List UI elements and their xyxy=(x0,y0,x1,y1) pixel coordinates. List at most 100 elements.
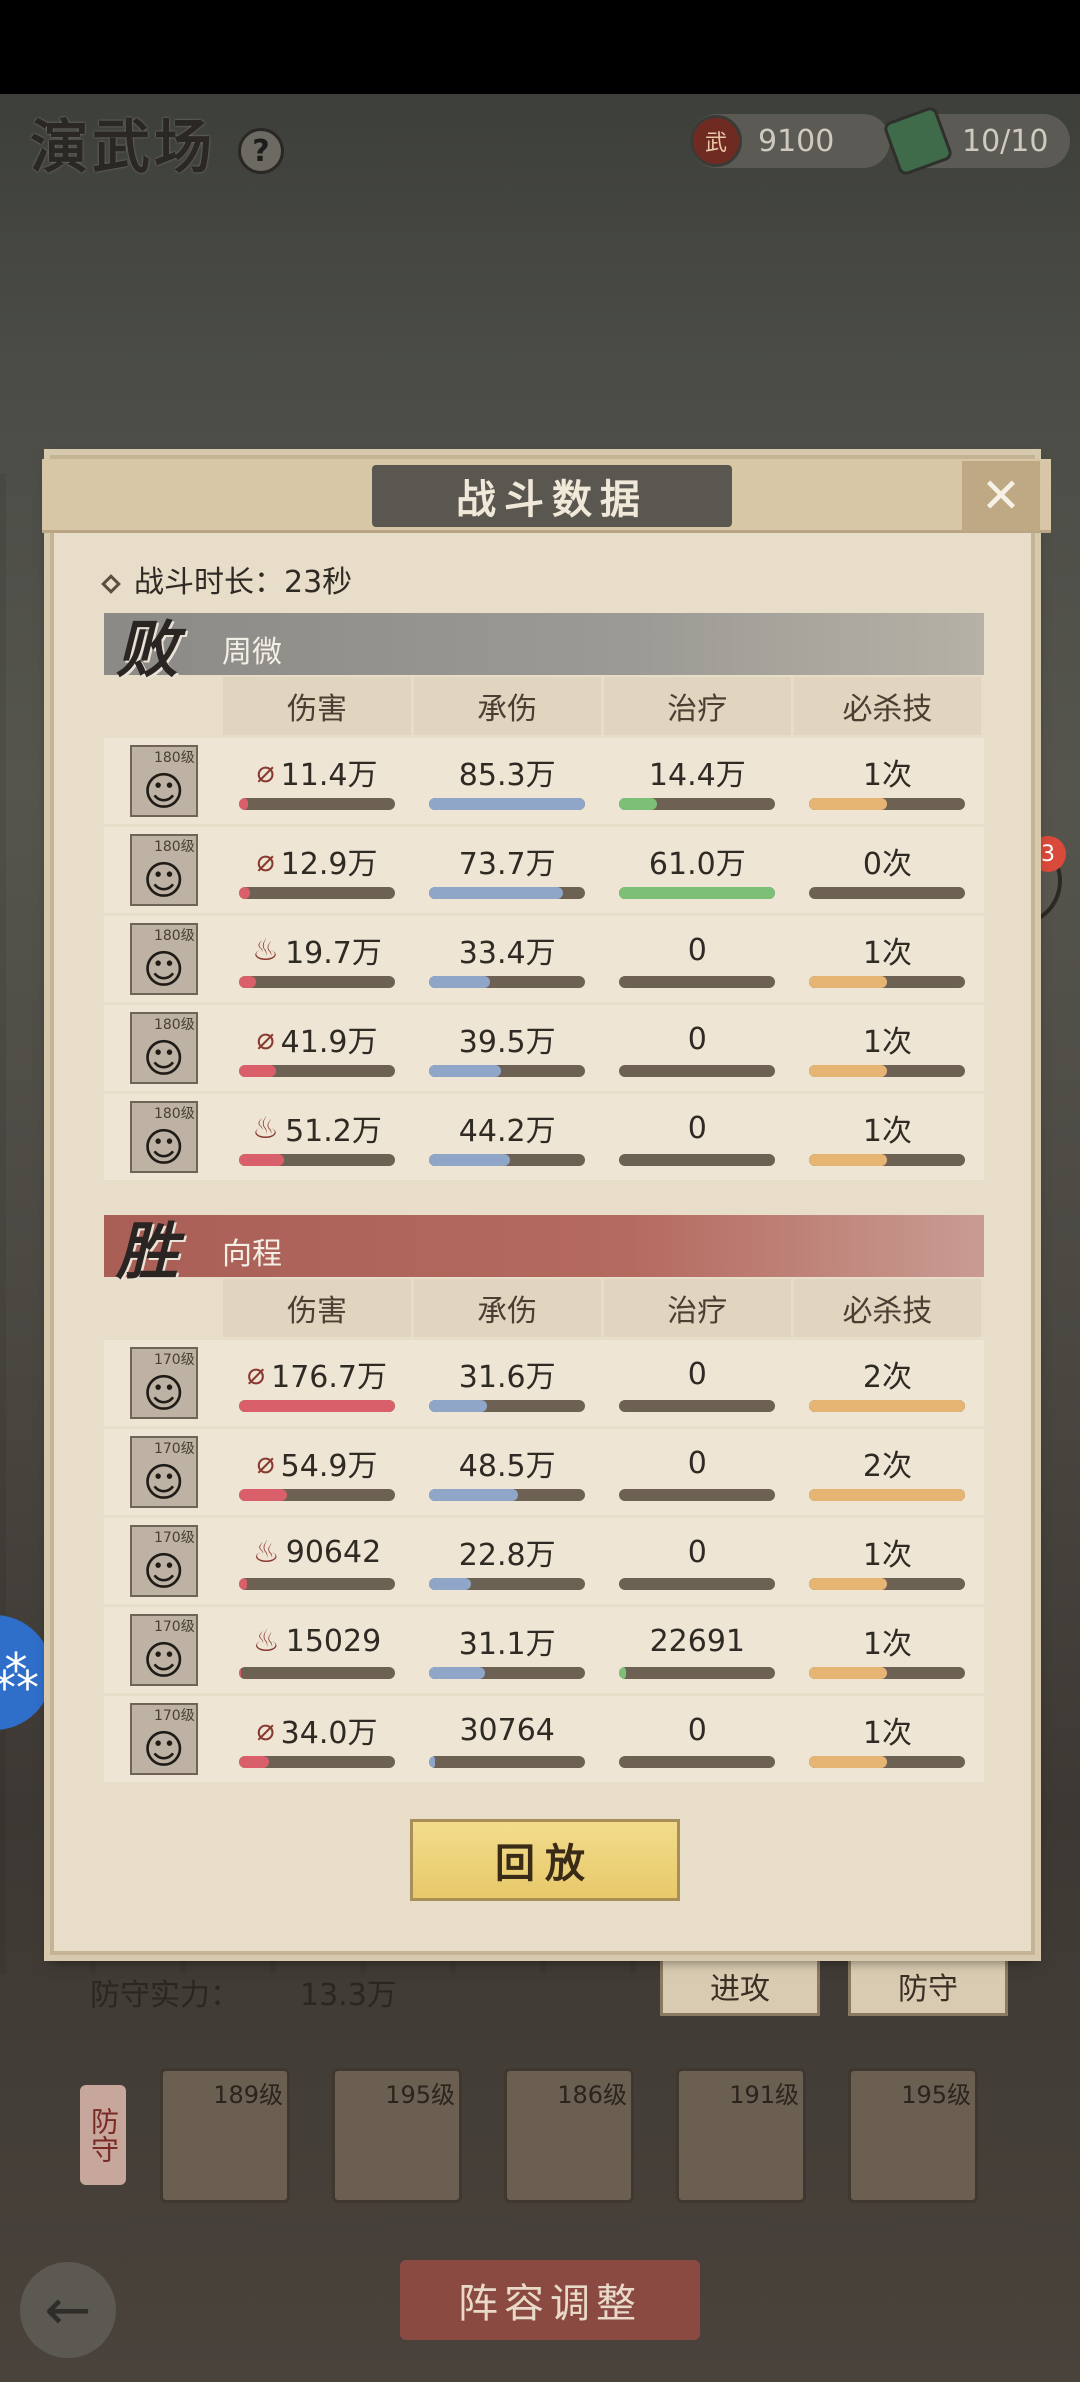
taken-bar xyxy=(429,1756,586,1768)
damage-value: 12.9万 xyxy=(280,847,378,882)
damage-value: 90642 xyxy=(285,1534,382,1570)
ultimate-bar xyxy=(809,798,966,810)
dialog-title: 战斗数据 xyxy=(456,476,648,523)
taken-bar xyxy=(429,1489,586,1501)
claw-type-icon: ⌀ xyxy=(256,1445,275,1481)
hero-slot[interactable]: 195级 xyxy=(332,2068,462,2203)
hero-slot[interactable]: 191级 xyxy=(676,2068,806,2203)
damage-value: 11.4万 xyxy=(280,758,378,793)
taken-bar xyxy=(429,1578,586,1590)
hero-portrait[interactable]: 180级 ☺ xyxy=(129,923,198,995)
ultimate-bar-fill xyxy=(809,1154,888,1166)
heal-value: 0 xyxy=(687,1110,707,1146)
damage-taken-value: 30764 xyxy=(459,1712,555,1748)
back-arrow-icon[interactable]: ← xyxy=(20,2262,116,2358)
hero-portrait[interactable]: 180级 ☺ xyxy=(129,834,198,906)
hero-portrait[interactable]: 170级 ☺ xyxy=(129,1614,198,1686)
damage-taken-value: 73.7万 xyxy=(458,847,556,882)
fire-type-icon: ♨ xyxy=(252,932,280,968)
hero-portrait[interactable]: 180级 ☺ xyxy=(129,1012,198,1084)
ultimate-count: 1次 xyxy=(862,1538,912,1573)
hero-slot[interactable]: 189级 xyxy=(160,2068,290,2203)
hero-level: 170级 xyxy=(153,1708,195,1724)
damage-taken-value: 31.1万 xyxy=(458,1627,556,1662)
hero-portrait[interactable]: 170级 ☺ xyxy=(129,1347,198,1419)
hero-stat-row: 180级 ☺ ⌀ 41.9万 39.5万 0 1次 xyxy=(104,1005,984,1091)
hero-portrait[interactable]: 180级 ☺ xyxy=(129,745,198,817)
help-icon[interactable]: ? xyxy=(238,128,284,174)
ultimate-bar-fill xyxy=(809,1756,888,1768)
defense-lineup: 189级 195级 186级 191级 195级 xyxy=(160,2068,1000,2208)
damage-bar-fill xyxy=(239,1667,241,1679)
team-header: 败 周微 xyxy=(104,613,984,686)
taken-bar xyxy=(429,798,586,810)
hero-level: 170级 xyxy=(153,1530,195,1546)
heal-bar xyxy=(619,1756,776,1768)
ultimate-bar xyxy=(809,976,966,988)
heal-value: 0 xyxy=(687,1021,707,1057)
taken-bar xyxy=(429,1154,586,1166)
column-header: 治疗 xyxy=(603,677,791,735)
battle-data-dialog: 战斗数据 ✕ 战斗时长：23秒 败周微 伤害 承伤 治疗 必杀技 180级 ☺ ⌀ 11.4万 8… xyxy=(42,455,1051,1955)
currency-display: 武 9100 xyxy=(690,114,890,168)
hero-stat-row: 170级 ☺ ⌀ 34.0万 30764 0 1次 xyxy=(104,1696,984,1782)
ultimate-count: 1次 xyxy=(862,1627,912,1662)
team-lose-section: 败周微 伤害 承伤 治疗 必杀技 180级 ☺ ⌀ 11.4万 85.3万 14.4万 1次 180级 ☺… xyxy=(104,613,984,1180)
damage-taken-value: 48.5万 xyxy=(458,1449,556,1484)
damage-bar xyxy=(239,887,396,899)
damage-bar xyxy=(239,1154,396,1166)
taken-bar-fill xyxy=(429,798,586,810)
damage-bar xyxy=(239,976,396,988)
ultimate-count: 1次 xyxy=(862,1025,912,1060)
damage-taken-value: 22.8万 xyxy=(458,1538,556,1573)
damage-bar-fill xyxy=(239,887,250,899)
damage-bar xyxy=(239,1489,396,1501)
damage-bar-fill xyxy=(239,1154,285,1166)
heal-bar xyxy=(619,1578,776,1590)
chat-badge: 3 xyxy=(1030,836,1066,872)
hero-level: 170级 xyxy=(153,1619,195,1635)
damage-taken-value: 31.6万 xyxy=(458,1360,556,1395)
hero-portrait[interactable]: 170级 ☺ xyxy=(129,1436,198,1508)
page-title: 演武场 xyxy=(30,113,217,181)
column-header: 承伤 xyxy=(413,1279,601,1337)
hero-portrait[interactable]: 170级 ☺ xyxy=(129,1525,198,1597)
battle-result: 败 xyxy=(116,613,179,686)
defend-button[interactable]: 防守 xyxy=(848,1956,1008,2016)
fire-type-icon: ♨ xyxy=(252,1623,280,1659)
ultimate-count: 2次 xyxy=(862,1360,912,1395)
damage-bar-fill xyxy=(239,1756,269,1768)
claw-type-icon: ⌀ xyxy=(256,754,275,790)
ultimate-bar-fill xyxy=(809,1065,888,1077)
lineup-adjust-button[interactable]: 阵容调整 xyxy=(400,2260,700,2340)
ultimate-bar-fill xyxy=(809,798,888,810)
heal-bar xyxy=(619,1065,776,1077)
damage-bar-fill xyxy=(239,798,249,810)
taken-bar-fill xyxy=(429,887,564,899)
damage-value: 41.9万 xyxy=(280,1025,378,1060)
hero-level: 180级 xyxy=(153,839,195,855)
ultimate-bar xyxy=(809,1489,966,1501)
close-icon[interactable]: ✕ xyxy=(962,461,1040,531)
heal-bar xyxy=(619,1154,776,1166)
damage-taken-value: 85.3万 xyxy=(458,758,556,793)
coin-icon: 武 xyxy=(690,115,742,167)
attack-button[interactable]: 进攻 xyxy=(660,1956,820,2016)
replay-button[interactable]: 回放 xyxy=(410,1819,680,1901)
heal-bar xyxy=(619,798,776,810)
damage-value: 54.9万 xyxy=(280,1449,378,1484)
ultimate-count: 1次 xyxy=(862,1716,912,1751)
hero-stat-row: 170级 ☺ ⌀ 176.7万 31.6万 0 2次 xyxy=(104,1340,984,1426)
hero-portrait[interactable]: 170级 ☺ xyxy=(129,1703,198,1775)
taken-bar-fill xyxy=(429,1756,436,1768)
ultimate-count: 2次 xyxy=(862,1449,912,1484)
heal-value: 22691 xyxy=(649,1623,746,1659)
damage-bar xyxy=(239,1756,396,1768)
ultimate-bar-fill xyxy=(809,1400,966,1412)
ultimate-bar xyxy=(809,1756,966,1768)
hero-slot[interactable]: 186级 xyxy=(504,2068,634,2203)
hero-portrait[interactable]: 180级 ☺ xyxy=(129,1101,198,1173)
hero-level: 180级 xyxy=(153,1017,195,1033)
hero-slot[interactable]: 195级 xyxy=(848,2068,978,2203)
battle-duration: 战斗时长：23秒 xyxy=(101,557,352,601)
